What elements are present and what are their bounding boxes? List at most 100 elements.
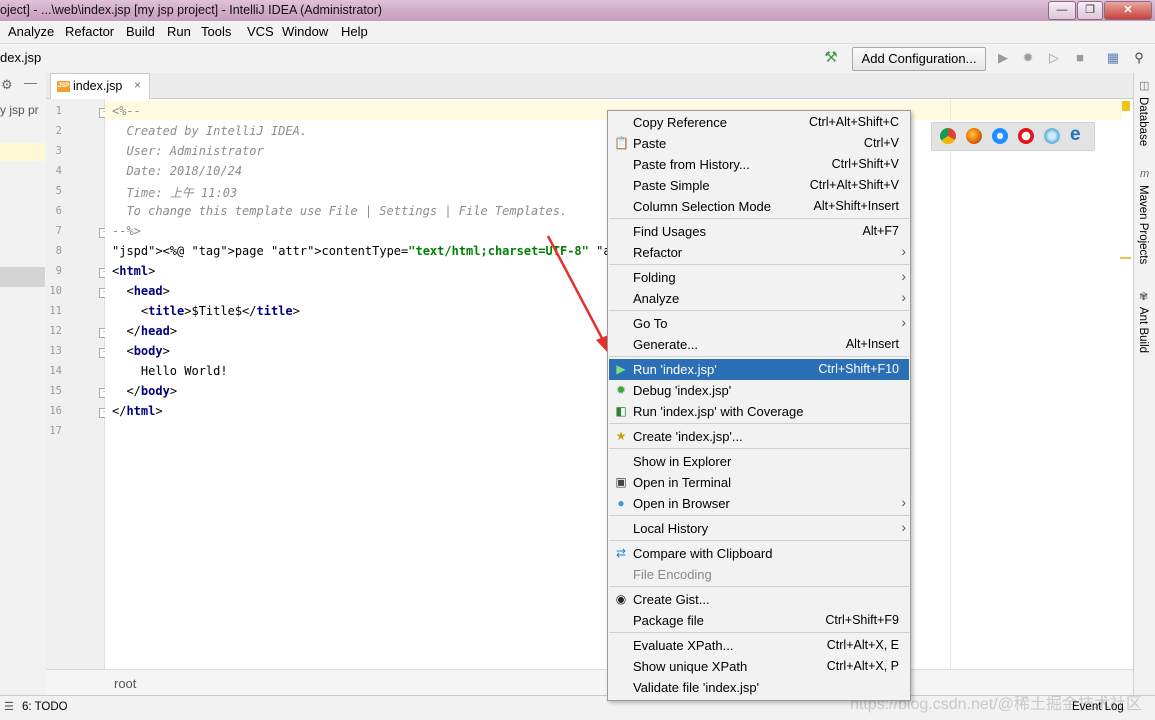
menu-item-label: Copy Reference bbox=[633, 115, 727, 130]
menu-item-package-file[interactable]: Package file Ctrl+Shift+F9 bbox=[609, 610, 909, 631]
menu-item-label: Create 'index.jsp'... bbox=[633, 429, 743, 444]
menu-item-compare-with-clipboard[interactable]: ⇄ Compare with Clipboard bbox=[609, 543, 909, 564]
menu-item-label: Open in Browser bbox=[633, 496, 730, 511]
menu-separator bbox=[609, 310, 909, 311]
run-icon[interactable]: ▶ bbox=[994, 49, 1012, 67]
menu-tools[interactable]: Tools bbox=[201, 24, 231, 39]
menu-item-paste[interactable]: 📋 Paste Ctrl+V bbox=[609, 133, 909, 154]
menu-item-refactor[interactable]: Refactor › bbox=[609, 242, 909, 263]
menu-item-open-in-browser[interactable]: ● Open in Browser › bbox=[609, 493, 909, 514]
menu-item-local-history[interactable]: Local History › bbox=[609, 518, 909, 539]
tab-close-icon[interactable]: × bbox=[134, 78, 141, 92]
menu-item-find-usages[interactable]: Find Usages Alt+F7 bbox=[609, 221, 909, 242]
menu-analyze[interactable]: Analyze bbox=[8, 24, 54, 39]
menu-separator bbox=[609, 540, 909, 541]
project-structure-icon[interactable]: ▦ bbox=[1104, 49, 1122, 67]
menu-item-create-index-jsp[interactable]: ★ Create 'index.jsp'... bbox=[609, 426, 909, 447]
menu-build[interactable]: Build bbox=[126, 24, 155, 39]
internet-explorer-icon[interactable] bbox=[1044, 128, 1060, 144]
menu-item-show-in-explorer[interactable]: Show in Explorer bbox=[609, 451, 909, 472]
menu-item-debug-index-jsp[interactable]: ✹ Debug 'index.jsp' bbox=[609, 380, 909, 401]
menu-item-go-to[interactable]: Go To › bbox=[609, 313, 909, 334]
code-line[interactable]: <body> bbox=[112, 344, 169, 358]
menu-item-run-index-jsp[interactable]: ▶ Run 'index.jsp' Ctrl+Shift+F10 bbox=[609, 359, 909, 380]
firefox-icon[interactable] bbox=[966, 128, 982, 144]
code-line[interactable]: <html> bbox=[112, 264, 155, 278]
menu-item-label: Folding bbox=[633, 270, 676, 285]
search-icon[interactable]: ⚲ bbox=[1130, 49, 1148, 67]
menu-separator bbox=[609, 356, 909, 357]
code-line[interactable]: Hello World! bbox=[112, 364, 228, 378]
menu-item-shortcut: Ctrl+Alt+X, E bbox=[826, 638, 899, 652]
menu-item-create-gist[interactable]: ◉ Create Gist... bbox=[609, 589, 909, 610]
menu-help[interactable]: Help bbox=[341, 24, 368, 39]
menu-item-shortcut: Alt+F7 bbox=[862, 224, 899, 238]
code-line[interactable]: --%> bbox=[112, 224, 141, 238]
line-number: 9 bbox=[55, 265, 62, 277]
stop-icon[interactable]: ■ bbox=[1071, 49, 1089, 67]
menu-window[interactable]: Window bbox=[282, 24, 328, 39]
scroll-marker[interactable] bbox=[1120, 257, 1131, 259]
menu-item-open-in-terminal[interactable]: ▣ Open in Terminal bbox=[609, 472, 909, 493]
menu-refactor[interactable]: Refactor bbox=[65, 24, 114, 39]
collapse-icon[interactable]: — bbox=[24, 75, 37, 90]
debug-icon[interactable]: ✹ bbox=[1019, 49, 1037, 67]
code-line[interactable]: To change this template use File | Setti… bbox=[112, 204, 567, 218]
menu-item-shortcut: Ctrl+Shift+F10 bbox=[818, 362, 899, 376]
breadcrumb-root[interactable]: root bbox=[114, 676, 136, 691]
opera-icon[interactable] bbox=[1018, 128, 1034, 144]
submenu-chevron-icon: › bbox=[901, 289, 906, 305]
menu-item-analyze[interactable]: Analyze › bbox=[609, 288, 909, 309]
code-line[interactable]: Time: 上午 11:03 bbox=[112, 184, 237, 201]
menu-separator bbox=[609, 264, 909, 265]
code-line[interactable]: User: Administrator bbox=[112, 144, 263, 158]
ant-build-tool-button[interactable]: Ant Build bbox=[1137, 307, 1149, 353]
coverage-icon: ◧ bbox=[615, 404, 627, 418]
code-line[interactable]: </head> bbox=[112, 324, 177, 338]
coverage-icon[interactable]: ▷ bbox=[1045, 49, 1063, 67]
menu-run[interactable]: Run bbox=[167, 24, 191, 39]
ant-icon: ✾ bbox=[1139, 291, 1149, 303]
safari-icon[interactable] bbox=[992, 128, 1008, 144]
edge-icon[interactable]: e bbox=[1070, 125, 1081, 144]
code-line[interactable]: </html> bbox=[112, 404, 163, 418]
tree-selection[interactable] bbox=[0, 267, 45, 287]
code-line[interactable]: </body> bbox=[112, 384, 177, 398]
add-configuration-button[interactable]: Add Configuration... bbox=[852, 47, 986, 71]
menu-item-label: Show in Explorer bbox=[633, 454, 732, 469]
code-line[interactable]: <title>$Title$</title> bbox=[112, 304, 300, 318]
menu-item-label: Local History bbox=[633, 521, 709, 536]
close-button[interactable]: ✕ bbox=[1104, 1, 1152, 20]
chrome-icon[interactable] bbox=[940, 128, 956, 144]
menu-item-validate-file-index-jsp[interactable]: Validate file 'index.jsp' bbox=[609, 677, 909, 698]
code-line[interactable]: Date: 2018/10/24 bbox=[112, 164, 242, 178]
menu-item-generate[interactable]: Generate... Alt+Insert bbox=[609, 334, 909, 355]
code-line[interactable]: <head> bbox=[112, 284, 169, 298]
menu-item-folding[interactable]: Folding › bbox=[609, 267, 909, 288]
warning-marker[interactable] bbox=[1122, 101, 1130, 111]
create-config-icon: ★ bbox=[615, 429, 627, 443]
menu-item-column-selection-mode[interactable]: Column Selection Mode Alt+Shift+Insert bbox=[609, 196, 909, 217]
code-line[interactable]: Created by IntelliJ IDEA. bbox=[112, 124, 307, 138]
tab-index-jsp[interactable]: JSP index.jsp × bbox=[50, 73, 150, 99]
restore-button[interactable]: ❐ bbox=[1077, 1, 1103, 20]
menu-item-evaluate-xpath[interactable]: Evaluate XPath... Ctrl+Alt+X, E bbox=[609, 635, 909, 656]
minimize-button[interactable]: — bbox=[1048, 1, 1076, 20]
nav-breadcrumb[interactable]: dex.jsp bbox=[0, 50, 41, 65]
menu-vcs[interactable]: VCS bbox=[247, 24, 274, 39]
code-line[interactable]: <%-- bbox=[112, 104, 141, 118]
project-tree-root[interactable]: y jsp pr bbox=[0, 103, 39, 117]
menu-item-show-unique-xpath[interactable]: Show unique XPath Ctrl+Alt+X, P bbox=[609, 656, 909, 677]
gear-icon[interactable]: ⚙ bbox=[1, 77, 13, 93]
menu-item-copy-reference[interactable]: Copy Reference Ctrl+Alt+Shift+C bbox=[609, 112, 909, 133]
database-tool-button[interactable]: Database bbox=[1137, 97, 1149, 146]
menu-item-run-index-jsp-with-coverage[interactable]: ◧ Run 'index.jsp' with Coverage bbox=[609, 401, 909, 422]
event-log-button[interactable]: Event Log bbox=[1072, 701, 1124, 713]
menu-item-paste-from-history[interactable]: Paste from History... Ctrl+Shift+V bbox=[609, 154, 909, 175]
todo-tool-button[interactable]: 6: TODO bbox=[22, 701, 68, 713]
build-hammer-icon[interactable]: ⚒ bbox=[822, 49, 840, 67]
menu-item-paste-simple[interactable]: Paste Simple Ctrl+Alt+Shift+V bbox=[609, 175, 909, 196]
maven-projects-tool-button[interactable]: Maven Projects bbox=[1137, 185, 1149, 264]
line-number: 13 bbox=[49, 345, 62, 357]
menu-item-label: File Encoding bbox=[633, 567, 712, 582]
